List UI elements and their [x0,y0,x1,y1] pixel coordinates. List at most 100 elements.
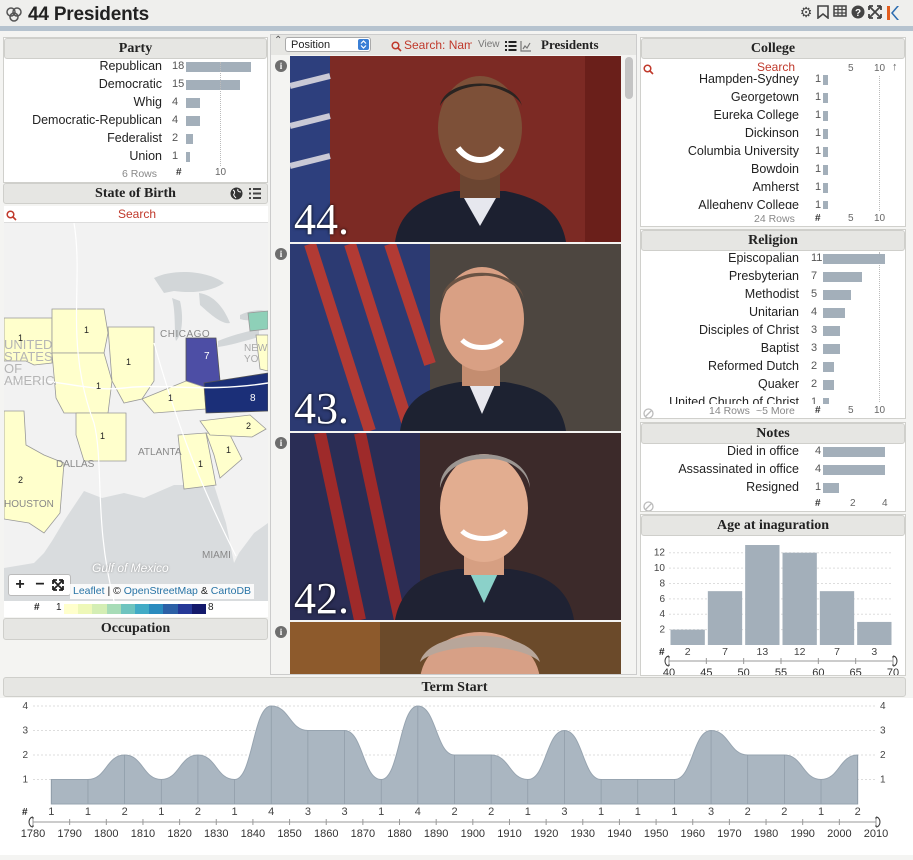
college-row-bar[interactable] [823,183,828,193]
cartodb-link[interactable]: CartoDB [211,585,251,597]
state-count[interactable]: 1 [96,381,101,391]
president-card-42[interactable]: 42. [290,433,621,620]
religion-row[interactable]: Baptist 3 [641,340,905,358]
religion-row[interactable]: United Church of Christ 1 [641,394,905,404]
religion-row-bar[interactable] [823,380,835,390]
religion-row-bar[interactable] [823,308,846,318]
religion-row-bar[interactable] [823,326,840,336]
notes-row-bar[interactable] [823,465,885,475]
state-search-input[interactable]: Search [118,207,156,221]
religion-row[interactable]: Quaker 2 [641,376,905,394]
president-card-43[interactable]: 43. [290,244,621,431]
presidents-search-input[interactable]: Search: Nam [404,38,472,52]
help-icon[interactable]: ? [850,5,866,21]
college-row[interactable]: Bowdoin 1 [641,161,905,179]
map-fit-icon[interactable] [51,578,65,597]
religion-row-bar[interactable] [823,344,840,354]
clear-filter-icon[interactable] [643,499,654,511]
sort-select[interactable]: Position [285,37,371,52]
bookmark-icon[interactable] [815,5,831,21]
college-row-bar[interactable] [823,75,828,85]
list-view-icon[interactable] [504,39,517,57]
state-count[interactable]: 1 [84,325,89,335]
religion-row[interactable]: Presbyterian 7 [641,268,905,286]
college-row-bar[interactable] [823,93,828,103]
party-row-bar[interactable] [186,62,251,72]
religion-row[interactable]: Unitarian 4 [641,304,905,322]
religion-row[interactable]: Episcopalian 11 [641,250,905,268]
notes-header[interactable]: Notes [641,423,905,444]
state-search-bar[interactable]: Search [4,206,268,223]
religion-row-bar[interactable] [823,362,835,372]
table-icon[interactable] [832,5,848,21]
college-row[interactable]: Amherst 1 [641,179,905,197]
term-start-chart[interactable]: 1 1 2 2 3 3 4 4 1 1 2 1 2 1 4 3 3 1 4 2 2 1 3 1 1 1 3 2 2 1 2 #1780 1790… [0,698,913,855]
fullscreen-icon[interactable] [867,5,883,21]
religion-more-link[interactable]: ~5 More [756,405,795,417]
zoom-out-icon[interactable]: − [31,575,49,594]
state-count[interactable]: 1 [126,357,131,367]
religion-row[interactable]: Disciples of Christ 3 [641,322,905,340]
notes-row[interactable]: Died in office 4 [641,443,905,461]
state-count[interactable]: 1 [226,445,231,455]
age-histogram[interactable]: 2 4 6 8 10 12 2 7 13 12 7 3 #40 45 50 55 60 65 70 [641,537,905,676]
religion-header[interactable]: Religion [641,230,905,251]
college-row[interactable]: Allegheny College 1 [641,197,905,209]
notes-row-bar[interactable] [823,447,885,457]
president-card-44[interactable]: 44. [290,56,621,242]
college-row[interactable]: Dickinson 1 [641,125,905,143]
age-header[interactable]: Age at inaguration [641,515,905,536]
president-card-41[interactable] [290,622,621,674]
info-icon[interactable]: i [275,626,287,638]
notes-row[interactable]: Assassinated in office 4 [641,461,905,479]
info-icon[interactable]: i [275,60,287,72]
state-count[interactable]: 1 [198,459,203,469]
party-row[interactable]: Democratic 15 [4,76,267,94]
religion-row-bar[interactable] [823,254,885,264]
party-row-bar[interactable] [186,80,240,90]
college-row-bar[interactable] [823,111,828,121]
leaflet-link[interactable]: Leaflet [73,585,105,597]
religion-row[interactable]: Reformed Dutch 2 [641,358,905,376]
party-row-bar[interactable] [186,116,201,126]
party-row[interactable]: Union 1 [4,148,267,166]
college-header[interactable]: College [641,38,905,59]
party-row[interactable]: Whig 4 [4,94,267,112]
globe-icon[interactable] [230,187,243,207]
clear-filter-icon[interactable] [643,406,654,418]
religion-row-bar[interactable] [823,290,851,300]
state-map[interactable]: CHICAGO UNITED STATES OF AMERICA ATLANTA… [4,223,268,601]
list-view-icon[interactable] [248,187,262,207]
collapse-up-icon[interactable]: ⌃ [274,35,282,46]
party-row[interactable]: Democratic-Republican 4 [4,112,267,130]
occupation-header[interactable]: Occupation [3,618,268,640]
college-row-bar[interactable] [823,201,828,209]
chart-view-icon[interactable] [520,39,532,57]
college-row-bar[interactable] [823,147,828,157]
party-row-bar[interactable] [186,134,194,144]
college-row[interactable]: Columbia University 1 [641,143,905,161]
college-row[interactable]: Georgetown 1 [641,89,905,107]
party-row[interactable]: Republican 18 [4,58,267,76]
college-row-bar[interactable] [823,165,828,175]
state-count[interactable]: 8 [250,393,256,404]
party-row-bar[interactable] [186,98,201,108]
college-row-bar[interactable] [823,129,828,139]
state-count[interactable]: 1 [18,333,23,343]
party-row-bar[interactable] [186,152,190,162]
gear-icon[interactable]: ⚙ [798,5,814,21]
osm-link[interactable]: OpenStreetMap [124,585,198,597]
notes-row-bar[interactable] [823,483,839,493]
term-start-header[interactable]: Term Start [3,677,906,697]
scrollbar-thumb[interactable] [625,57,633,99]
info-icon[interactable]: i [275,437,287,449]
religion-row-bar[interactable] [823,272,863,282]
state-count[interactable]: 2 [246,421,251,431]
state-count[interactable]: 1 [168,393,173,403]
notes-row[interactable]: Resigned 1 [641,479,905,497]
zoom-in-icon[interactable]: + [11,575,29,595]
info-icon[interactable]: i [275,248,287,260]
religion-row[interactable]: Methodist 5 [641,286,905,304]
college-row[interactable]: Hampden-Sydney 1 [641,71,905,89]
state-count[interactable]: 1 [100,431,105,441]
